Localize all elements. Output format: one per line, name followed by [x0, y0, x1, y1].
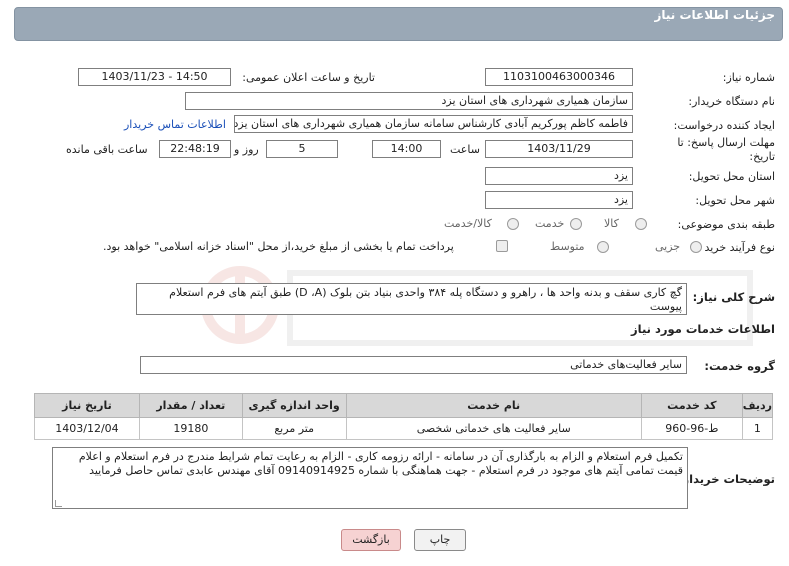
cell-service-code: ط-96-960	[640, 417, 743, 440]
need-number-label: شماره نیاز:	[722, 71, 775, 84]
buyer-notes-textarea: تکمیل فرم استعلام و الزام به بارگذاری آن…	[52, 447, 688, 509]
cell-row-number: 1	[741, 417, 774, 440]
days-remaining-field: 5	[266, 140, 338, 158]
col-header-quantity: تعداد / مقدار	[138, 393, 243, 418]
buyer-contact-link[interactable]: اطلاعات تماس خریدار	[124, 118, 226, 131]
print-button[interactable]: چاپ	[414, 529, 466, 551]
buyer-org-field: سازمان همیاری شهرداری های استان یزد	[185, 92, 633, 110]
province-label: استان محل تحویل:	[688, 170, 775, 183]
cell-service-name: سایر فعالیت های خدماتی شخصی	[345, 417, 642, 440]
process-minor-label: جزیی	[655, 240, 681, 253]
province-field: یزد	[485, 167, 633, 185]
treasury-payment-checkbox[interactable]	[496, 240, 508, 252]
cell-quantity: 19180	[138, 417, 243, 440]
services-section-title: اطلاعات خدمات مورد نیاز	[631, 322, 775, 336]
category-service-radio[interactable]	[570, 218, 582, 230]
deadline-time-field: 14:00	[372, 140, 441, 158]
category-goods-service-label: کالا/خدمت	[444, 217, 492, 230]
treasury-payment-note: پرداخت تمام یا بخشی از مبلغ خرید،از محل …	[103, 240, 454, 253]
category-label: طبقه بندی موضوعی:	[677, 218, 775, 231]
announce-date-label: تاریخ و ساعت اعلان عمومی:	[242, 71, 375, 84]
col-header-row-number: ردیف	[741, 393, 774, 418]
buyer-notes-text: تکمیل فرم استعلام و الزام به بارگذاری آن…	[78, 450, 683, 477]
creator-field: فاطمه کاظم پورکریم آبادی کارشناس سامانه …	[234, 115, 633, 133]
city-label: شهر محل تحویل:	[695, 194, 775, 207]
days-label: روز و	[234, 143, 259, 156]
resize-handle-icon[interactable]	[55, 500, 62, 507]
buyer-org-label: نام دستگاه خریدار:	[688, 95, 775, 108]
summary-textarea: گچ کاری سقف و بدنه واحد ها ، راهرو و دست…	[136, 283, 687, 315]
buyer-notes-label: توضیحات خریدار:	[677, 472, 775, 486]
cell-need-date: 1403/12/04	[34, 417, 140, 440]
remaining-time-label: ساعت باقی مانده	[66, 143, 148, 156]
remaining-time-field: 22:48:19	[159, 140, 231, 158]
need-number-field: 1103100463000346	[485, 68, 633, 86]
process-medium-label: متوسط	[550, 240, 585, 253]
service-group-field: سایر فعالیت‌های خدماتی	[140, 356, 687, 374]
back-button[interactable]: بازگشت	[341, 529, 401, 551]
creator-label: ایجاد کننده درخواست:	[673, 119, 775, 132]
col-header-service-code: کد خدمت	[640, 393, 743, 418]
page-title: جزئیات اطلاعات نیاز	[654, 8, 775, 22]
category-goods-radio[interactable]	[635, 218, 647, 230]
announce-date-field: 1403/11/23 - 14:50	[78, 68, 231, 86]
category-goods-service-radio[interactable]	[507, 218, 519, 230]
services-table: ردیف کد خدمت نام خدمت واحد اندازه گیری ت…	[34, 393, 774, 440]
col-header-service-name: نام خدمت	[345, 393, 642, 418]
deadline-time-label: ساعت	[450, 143, 480, 156]
table-row: 1 ط-96-960 سایر فعالیت های خدماتی شخصی م…	[34, 417, 774, 440]
summary-label: شرح کلی نیاز:	[692, 290, 775, 304]
category-service-label: خدمت	[535, 217, 565, 230]
city-field: یزد	[485, 191, 633, 209]
process-minor-radio[interactable]	[690, 241, 702, 253]
process-medium-radio[interactable]	[597, 241, 609, 253]
table-header-row: ردیف کد خدمت نام خدمت واحد اندازه گیری ت…	[34, 393, 774, 418]
col-header-need-date: تاریخ نیاز	[34, 393, 140, 418]
cell-unit: متر مربع	[241, 417, 347, 440]
col-header-unit: واحد اندازه گیری	[241, 393, 347, 418]
deadline-label: مهلت ارسال پاسخ: تا تاریخ:	[677, 136, 775, 163]
deadline-date-field: 1403/11/29	[485, 140, 633, 158]
process-type-label: نوع فرآیند خرید :	[697, 241, 775, 254]
service-group-label: گروه خدمت:	[704, 359, 775, 373]
category-goods-label: کالا	[604, 217, 619, 230]
